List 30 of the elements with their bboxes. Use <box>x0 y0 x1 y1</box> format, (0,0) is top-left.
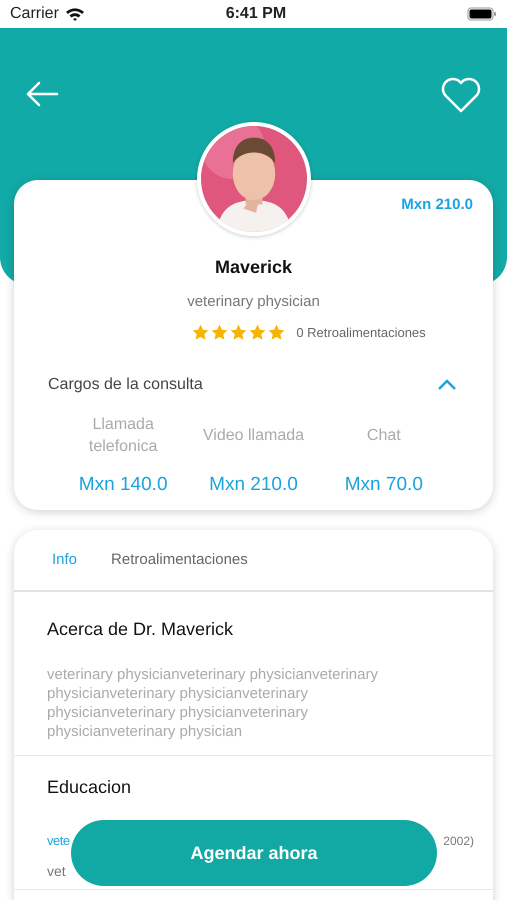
star-icon <box>267 323 286 342</box>
charge-price: Mxn 210.0 <box>209 472 298 496</box>
section-heading: Educacion <box>47 776 132 799</box>
feedback-count: 0 Retroalimentaciones <box>296 324 426 342</box>
star-icon <box>229 323 248 342</box>
specialty-label: veterinary physician <box>187 292 320 312</box>
charge-label: Video llamada <box>202 426 306 446</box>
star-icon <box>210 323 230 342</box>
price-label: Mxn 210.0 <box>401 195 473 215</box>
clock: 6:41 PM <box>226 4 286 24</box>
carrier-label: Carrier <box>10 4 59 24</box>
charge-label: Llamada telefonica <box>88 414 158 456</box>
star-icon <box>248 323 268 342</box>
star-icon <box>191 323 210 342</box>
battery-icon <box>466 7 497 21</box>
tab[interactable]: Retroalimentaciones <box>111 548 248 572</box>
chevron-icon <box>437 378 457 390</box>
doctor-name: Maverick <box>214 256 292 278</box>
charge-price: Mxn 70.0 <box>344 472 423 496</box>
charge-label: Chat <box>366 426 402 446</box>
charge-price: Mxn 140.0 <box>78 472 168 496</box>
back-arrow-icon <box>25 80 59 108</box>
schedule-button[interactable]: Agendar ahora <box>71 820 437 886</box>
wifi-icon <box>64 7 85 21</box>
section-heading: Acerca de Dr. Maverick <box>47 618 234 641</box>
about-text: veterinary physicianveterinary physicianveterinary physicianveterinary physicianveterinary physicianveterinary physicianveterinary physicianveterinary physician <box>47 665 379 741</box>
tab[interactable]: Info <box>52 548 78 572</box>
year-label: 2002) <box>443 832 474 850</box>
school-label: vet <box>47 862 67 880</box>
charges-title: Cargos de la consulta <box>48 374 203 394</box>
